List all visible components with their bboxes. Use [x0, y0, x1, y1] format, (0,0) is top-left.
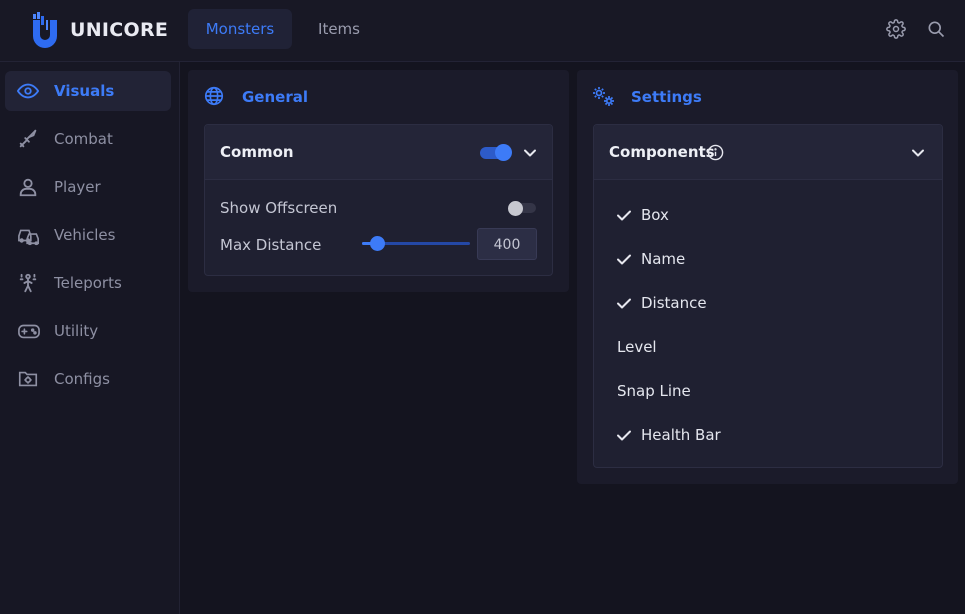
search-icon[interactable] — [926, 19, 946, 39]
sidebar-item-visuals[interactable]: Visuals — [5, 71, 171, 111]
component-label: Level — [617, 338, 657, 356]
sidebar-item-utility[interactable]: Utility — [5, 311, 171, 351]
vehicles-icon — [17, 224, 39, 246]
top-bar: UNICORE Monsters Items — [0, 0, 965, 62]
common-card-header[interactable]: Common — [205, 125, 552, 180]
gears-icon — [591, 85, 615, 109]
chevron-down-icon[interactable] — [522, 145, 538, 161]
sidebar-item-label: Vehicles — [54, 226, 116, 244]
user-icon — [17, 176, 39, 198]
sidebar-item-label: Configs — [54, 370, 110, 388]
panel-title-settings: Settings — [631, 88, 702, 106]
component-label: Distance — [641, 294, 707, 312]
teleport-icon — [17, 272, 39, 294]
sidebar-item-label: Utility — [54, 322, 99, 340]
panel-title-general: General — [242, 88, 308, 106]
globe-icon — [203, 85, 227, 109]
gamepad-icon — [17, 320, 40, 342]
components-card: Components Box Name Distance Level Snap … — [593, 124, 943, 468]
check-icon — [616, 251, 632, 267]
sidebar-item-label: Visuals — [54, 82, 115, 100]
check-icon — [616, 295, 632, 311]
max-distance-slider[interactable] — [362, 236, 470, 251]
max-distance-input[interactable]: 400 — [477, 228, 537, 260]
sword-icon — [17, 128, 39, 150]
sidebar-item-label: Player — [54, 178, 101, 196]
check-icon — [616, 207, 632, 223]
general-panel: General Common Show Offscreen Max Distan… — [188, 70, 569, 292]
app-name: UNICORE — [70, 19, 169, 41]
max-distance-slider-thumb[interactable] — [370, 236, 385, 251]
sidebar-item-vehicles[interactable]: Vehicles — [5, 215, 171, 255]
sidebar-item-configs[interactable]: Configs — [5, 359, 171, 399]
eye-icon — [17, 80, 39, 102]
show-offscreen-label: Show Offscreen — [220, 199, 338, 217]
component-label: Name — [641, 250, 686, 268]
sidebar-item-label: Combat — [54, 130, 113, 148]
common-card-title: Common — [220, 143, 294, 161]
settings-panel: Settings Components Box Name Distance Le… — [577, 70, 958, 484]
common-enable-toggle[interactable] — [480, 144, 512, 161]
components-card-title: Components — [609, 143, 715, 161]
sidebar-item-teleports[interactable]: Teleports — [5, 263, 171, 303]
components-card-header[interactable]: Components — [594, 125, 942, 180]
folder-gear-icon — [17, 368, 39, 390]
sidebar: Visuals Combat Player Vehicles Teleports… — [0, 62, 180, 614]
sidebar-item-combat[interactable]: Combat — [5, 119, 171, 159]
check-icon — [616, 427, 632, 443]
gear-icon[interactable] — [886, 19, 906, 39]
component-label: Health Bar — [641, 426, 721, 444]
info-icon[interactable] — [707, 144, 724, 161]
sidebar-item-label: Teleports — [54, 274, 122, 292]
tab-monsters[interactable]: Monsters — [188, 9, 292, 49]
show-offscreen-toggle[interactable] — [508, 201, 536, 216]
unicore-logo-icon — [33, 12, 57, 48]
common-card: Common Show Offscreen Max Distance 400 — [204, 124, 553, 276]
sidebar-item-player[interactable]: Player — [5, 167, 171, 207]
component-label: Snap Line — [617, 382, 691, 400]
chevron-down-icon[interactable] — [910, 145, 926, 161]
tab-items[interactable]: Items — [300, 9, 378, 49]
component-label: Box — [641, 206, 669, 224]
max-distance-label: Max Distance — [220, 236, 322, 254]
app-logo: UNICORE — [30, 12, 168, 48]
